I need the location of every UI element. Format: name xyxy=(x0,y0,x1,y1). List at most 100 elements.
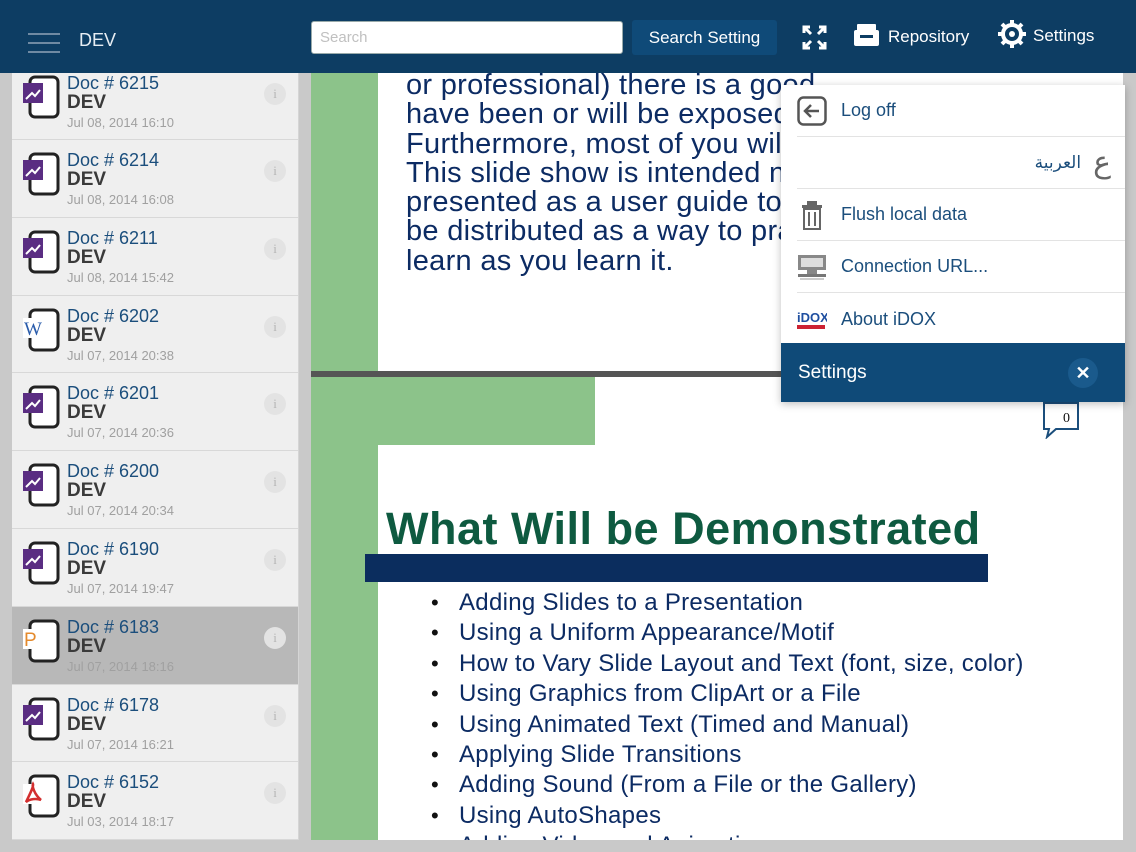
search-setting-button[interactable]: Search Setting xyxy=(632,20,777,55)
document-list-item[interactable]: Doc # 6211 DEV Jul 08, 2014 15:42 i xyxy=(12,218,298,296)
arabic-language-icon: ع xyxy=(1093,145,1111,180)
slide-text-line: or professional) there is a good xyxy=(406,73,816,101)
document-list-item[interactable]: Doc # 6178 DEV Jul 07, 2014 16:21 i xyxy=(12,685,298,763)
document-list-item[interactable]: Doc # 6201 DEV Jul 07, 2014 20:36 i xyxy=(12,373,298,452)
idox-logo-icon: iDOX xyxy=(797,304,829,334)
slide-bullet: Adding Slides to a Presentation xyxy=(431,588,1024,619)
word-icon: W xyxy=(22,308,62,354)
document-list: Doc # 6215 DEV Jul 08, 2014 16:10 i Doc # 62… xyxy=(12,73,299,840)
info-icon[interactable]: i xyxy=(264,237,286,260)
logoff-icon xyxy=(797,95,827,126)
menu-icon[interactable] xyxy=(28,33,60,55)
document-repository: DEV xyxy=(67,169,107,190)
document-title: Doc # 6214 xyxy=(67,150,160,170)
info-icon[interactable]: i xyxy=(264,315,286,338)
info-icon[interactable]: i xyxy=(264,160,286,182)
document-list-item[interactable]: Doc # 6215 DEV Jul 08, 2014 16:10 i xyxy=(12,73,298,140)
gear-icon xyxy=(997,19,1027,54)
menu-item-label: Connection URL... xyxy=(841,256,989,276)
document-repository: DEV xyxy=(67,92,107,113)
slide-bullet: Using AutoShapes xyxy=(431,801,1024,832)
app-title: DEV xyxy=(79,30,117,50)
slide-heading: What Will be Demonstrated xyxy=(386,503,981,554)
settings-dropdown: Log off العربية ع Flush local data Conne… xyxy=(781,85,1125,402)
info-icon[interactable]: i xyxy=(264,471,286,494)
powerpoint-icon xyxy=(22,541,62,587)
search-input[interactable] xyxy=(311,21,623,54)
powerpoint-icon xyxy=(22,385,62,431)
document-title: Doc # 6152 xyxy=(67,772,160,793)
slide-current: 0 What Will be Demonstrated Adding Slide… xyxy=(311,377,1123,840)
trash-icon xyxy=(797,200,827,230)
slide-text-line: Furthermore, most of you will no xyxy=(406,127,830,160)
settings-dropdown-title: Settings xyxy=(798,362,867,383)
slide-bullet-list: Adding Slides to a PresentationUsing a U… xyxy=(431,588,1024,840)
close-icon[interactable]: ✕ xyxy=(1068,358,1098,388)
slide-text-line: This slide show is intended not xyxy=(406,156,811,189)
menu-item-label: About iDOX xyxy=(841,308,937,329)
slide-text-line: be distributed as a way to pract xyxy=(406,215,817,248)
slide-text-line: presented as a user guide to Po xyxy=(406,186,827,219)
powerpoint-icon xyxy=(22,697,62,743)
powerpoint-icon xyxy=(22,230,62,276)
repository-icon xyxy=(853,22,880,53)
menu-item-arabic[interactable]: العربية ع xyxy=(797,137,1125,189)
slide-text-line: learn as you learn it. xyxy=(406,244,674,277)
fullscreen-icon[interactable] xyxy=(801,24,828,51)
info-icon[interactable]: i xyxy=(264,393,286,416)
slide-accent-left xyxy=(311,377,378,840)
comment-icon[interactable] xyxy=(1042,401,1080,440)
document-date: Jul 07, 2014 20:34 xyxy=(67,503,174,519)
menu-item-label: العربية xyxy=(1034,152,1082,173)
pdf-icon xyxy=(22,774,62,820)
info-icon[interactable]: i xyxy=(264,704,286,727)
document-title: Doc # 6178 xyxy=(67,694,160,715)
info-icon[interactable]: i xyxy=(264,626,286,649)
info-icon[interactable]: i xyxy=(264,782,286,805)
document-date: Jul 08, 2014 15:42 xyxy=(67,269,174,285)
menu-item-log-off[interactable]: Log off xyxy=(797,85,1125,137)
document-repository: DEV xyxy=(67,635,107,657)
document-list-item[interactable]: Doc # 6200 DEV Jul 07, 2014 20:34 i xyxy=(12,451,298,529)
document-list-item[interactable]: Doc # 6152 DEV Jul 03, 2014 18:17 i xyxy=(12,762,298,840)
document-repository: DEV xyxy=(67,791,107,813)
document-title: Doc # 6211 xyxy=(67,227,158,248)
slide-accent-strip xyxy=(311,73,378,373)
document-date: Jul 07, 2014 16:21 xyxy=(67,736,174,752)
document-repository: DEV xyxy=(67,713,107,735)
slide-text-line: have been or will be exposed to xyxy=(406,98,824,131)
settings-button[interactable]: Settings xyxy=(997,19,1095,54)
settings-dropdown-footer: Settings ✕ xyxy=(781,343,1125,402)
menu-item-label: Flush local data xyxy=(841,204,968,224)
slide-bullet: Using a Uniform Appearance/Motif xyxy=(431,618,1024,649)
document-date: Jul 07, 2014 18:16 xyxy=(67,658,174,674)
document-list-item[interactable]: Doc # 6214 DEV Jul 08, 2014 16:08 i xyxy=(12,140,298,218)
document-repository: DEV xyxy=(67,557,107,579)
menu-item-connection-url[interactable]: Connection URL... xyxy=(797,241,1125,293)
document-date: Jul 08, 2014 16:10 xyxy=(67,115,174,130)
document-list-item[interactable]: P Doc # 6183 DEV Jul 07, 2014 18:16 i xyxy=(12,606,298,685)
settings-label: Settings xyxy=(1033,26,1095,45)
menu-item-flush-local-data[interactable]: Flush local data xyxy=(797,189,1125,241)
svg-text:W: W xyxy=(24,319,42,340)
server-icon xyxy=(797,252,827,282)
repository-button[interactable]: Repository xyxy=(853,22,969,52)
powerpoint-icon xyxy=(22,75,62,121)
slide-accent-top xyxy=(311,377,595,445)
info-icon[interactable]: i xyxy=(264,83,286,105)
document-title: Doc # 6215 xyxy=(67,73,160,93)
document-date: Jul 08, 2014 16:08 xyxy=(67,192,174,207)
slide-bullet: Applying Slide Transitions xyxy=(431,740,1024,771)
menu-item-about[interactable]: iDOX About iDOX xyxy=(797,293,1125,345)
svg-text:P: P xyxy=(24,630,37,651)
document-list-item[interactable]: Doc # 6190 DEV Jul 07, 2014 19:47 i xyxy=(12,529,298,607)
info-icon[interactable]: i xyxy=(264,548,286,571)
repository-label: Repository xyxy=(888,27,970,46)
document-repository: DEV xyxy=(67,246,107,268)
document-title: Doc # 6200 xyxy=(67,461,160,482)
document-title: Doc # 6183 xyxy=(67,616,160,637)
comment-count: 0 xyxy=(1063,411,1070,426)
menu-item-label: Log off xyxy=(841,100,896,120)
document-date: Jul 07, 2014 20:38 xyxy=(67,347,174,363)
document-list-item[interactable]: W Doc # 6202 DEV Jul 07, 2014 20:38 i xyxy=(12,296,298,374)
